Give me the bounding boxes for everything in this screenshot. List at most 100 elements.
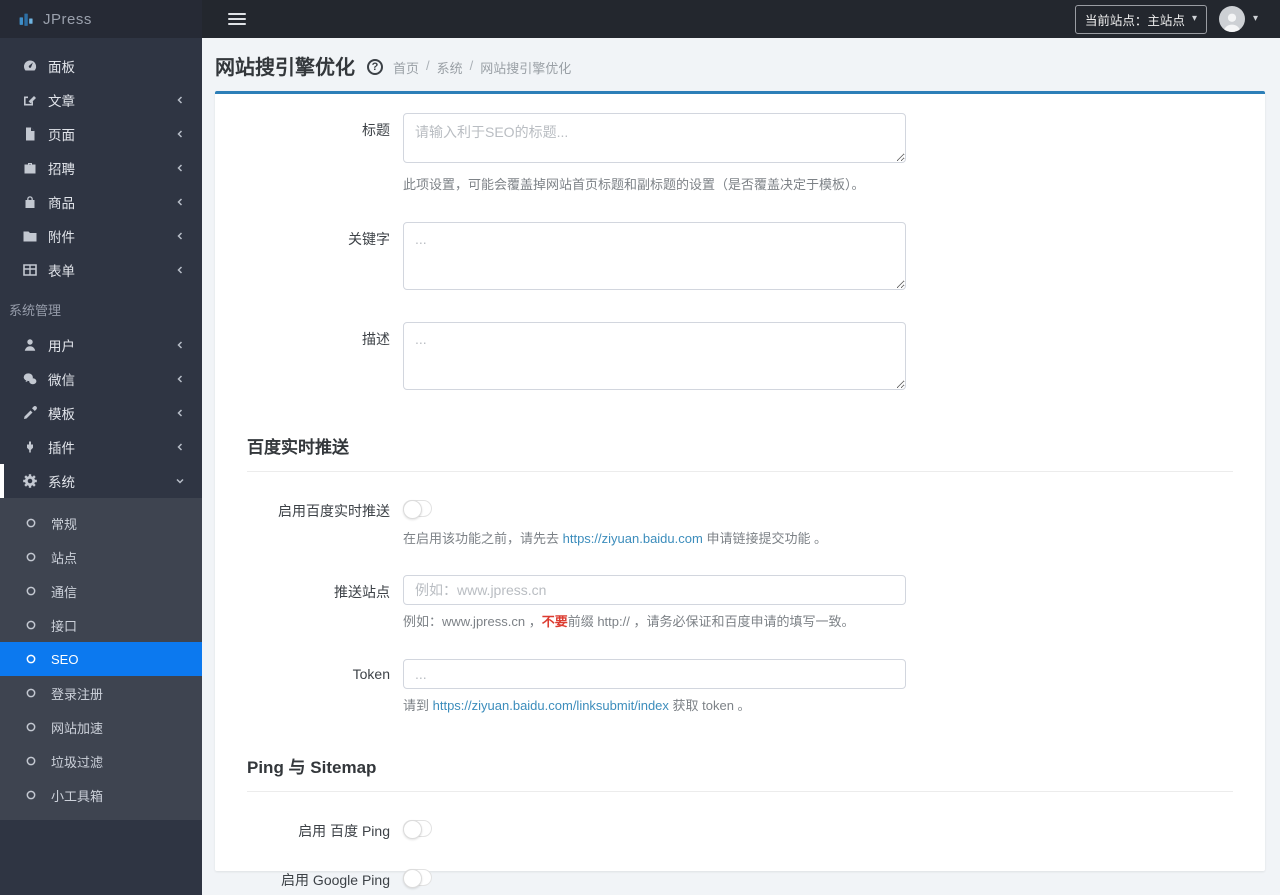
token-input[interactable] [403,658,906,689]
chevron-left-icon [177,341,183,349]
form-group-push-site: 推送站点 例如：www.jpress.cn ，不要前缀 http:// ，请务必… [215,575,1265,632]
sidebar-item-templates[interactable]: 模板 [0,396,202,430]
system-submenu: 常规 站点 通信 接口 SEO 登录注册 网站加速 垃圾过滤 小工具箱 [0,498,202,820]
submenu-item-label: 垃圾过滤 [51,754,104,770]
baidu-ping-label: 启用 百度 Ping [298,823,390,839]
submenu-item-site-speed[interactable]: 网站加速 [0,710,202,744]
sidebar-toggle-hamburger-icon[interactable] [228,13,246,25]
breadcrumb-system[interactable]: 系统 [437,58,463,77]
circle-icon [26,620,36,630]
circle-icon [26,552,36,562]
site-switcher-dropdown[interactable]: 当前站点：主站点 ▾ [1074,4,1207,34]
circle-icon [26,654,36,664]
jpress-logo-icon [19,13,33,26]
circle-icon [26,722,36,732]
breadcrumb-current: 网站搜引擎优化 [480,60,572,76]
chevron-left-icon [177,443,183,451]
sidebar-item-products[interactable]: 商品 [0,185,202,219]
push-site-help: 例如：www.jpress.cn ，不要前缀 http:// ，请务必保证和百度… [403,612,906,632]
form-group-title: 标题 此项设置，可能会覆盖掉网站首页标题和副标题的设置（是否覆盖决定于模板）。 [215,113,1265,195]
sidebar-item-label: 附件 [48,230,75,245]
shopping-bag-icon [25,196,35,208]
submenu-item-communication[interactable]: 通信 [0,574,202,608]
sidebar-item-dashboard[interactable]: 面板 [0,49,202,83]
sidebar-item-plugins[interactable]: 插件 [0,430,202,464]
submenu-item-label: SEO [51,651,79,667]
circle-icon [26,688,36,698]
sidebar-item-label: 页面 [48,128,75,143]
breadcrumb-home[interactable]: 首页 [393,58,419,77]
circle-icon [26,756,36,766]
submenu-item-label: 接口 [51,618,78,634]
sidebar-item-label: 招聘 [48,162,75,177]
sidebar-item-articles[interactable]: 文章 [0,83,202,117]
baidu-ziyuan-link[interactable]: https://ziyuan.baidu.com [563,531,703,546]
sidebar-item-forms[interactable]: 表单 [0,253,202,287]
sidebar-item-label: 商品 [48,196,75,211]
sidebar-item-users[interactable]: 用户 [0,328,202,362]
seo-keywords-textarea[interactable] [403,221,906,290]
help-text: 前缀 http:// ，请务必保证和百度申请的填写一致。 [567,614,855,629]
brand-name: JPress [43,10,92,28]
help-question-icon[interactable]: ? [367,58,383,75]
submenu-item-label: 通信 [51,584,78,600]
table-icon [23,264,37,276]
sidebar-section-label: 系统管理 [9,303,62,318]
caret-down-icon: ▾ [1252,13,1258,24]
submenu-item-general[interactable]: 常规 [0,506,202,540]
sidebar-item-system[interactable]: 系统 [0,464,202,498]
baidu-ping-toggle[interactable] [403,820,432,839]
warning-text: 不要 [541,614,568,629]
keywords-label: 关键字 [348,230,390,247]
sidebar-item-label: 系统 [48,475,75,490]
brand[interactable]: JPress [0,0,202,38]
sidebar-item-wechat[interactable]: 微信 [0,362,202,396]
sidebar-item-label: 表单 [48,264,75,279]
form-group-token: Token 请到 https://ziyuan.baidu.com/linksu… [215,658,1265,716]
page-title: 网站搜引擎优化 [215,57,355,79]
baidu-push-section-heading: 百度实时推送 [247,433,1233,472]
token-help: 请到 https://ziyuan.baidu.com/linksubmit/i… [403,696,906,716]
chevron-left-icon [177,409,183,417]
user-menu[interactable]: ▾ [1218,6,1258,32]
submenu-item-api[interactable]: 接口 [0,608,202,642]
submenu-item-spam-filter[interactable]: 垃圾过滤 [0,744,202,778]
form-group-google-ping: 启用 Google Ping [215,869,1265,891]
help-text: 申请链接提交功能 。 [702,530,828,546]
chevron-left-icon [177,130,183,138]
enable-baidu-push-toggle[interactable] [403,499,432,519]
enable-baidu-push-help: 在启用该功能之前，请先去 https://ziyuan.baidu.com 申请… [403,529,906,549]
submenu-item-label: 网站加速 [51,720,104,736]
submenu-item-sites[interactable]: 站点 [0,540,202,574]
title-label: 标题 [362,122,390,138]
file-icon [26,127,35,141]
seo-description-textarea[interactable] [403,321,906,390]
circle-icon [26,790,36,800]
user-icon [24,339,36,351]
sidebar-item-attachments[interactable]: 附件 [0,219,202,253]
help-text: 在启用该功能之前，请先去 [403,530,563,546]
form-group-baidu-ping: 启用 百度 Ping [215,820,1265,842]
google-ping-label: 启用 Google Ping [281,872,390,888]
title-help-text: 此项设置，可能会覆盖掉网站首页标题和副标题的设置（是否覆盖决定于模板）。 [403,177,865,192]
sidebar-item-pages[interactable]: 页面 [0,117,202,151]
seo-title-textarea[interactable] [403,113,906,163]
submenu-item-toolbox[interactable]: 小工具箱 [0,778,202,812]
google-ping-toggle[interactable] [403,869,432,888]
gear-icon [23,474,37,488]
push-site-label: 推送站点 [334,584,390,600]
submenu-item-seo[interactable]: SEO [0,642,202,676]
wechat-icon [23,373,37,385]
breadcrumb: 首页 / 系统 / 网站搜引擎优化 [393,58,571,77]
linksubmit-link[interactable]: https://ziyuan.baidu.com/linksubmit/inde… [433,698,669,713]
help-text: 请到 [403,697,433,713]
submenu-item-label: 常规 [51,516,78,532]
user-silhouette-icon [1223,13,1241,32]
sidebar-item-recruit[interactable]: 招聘 [0,151,202,185]
push-site-input[interactable] [403,575,906,605]
breadcrumb-separator: / [426,57,430,73]
enable-baidu-push-label: 启用百度实时推送 [278,502,390,519]
sidebar-item-label: 文章 [48,94,75,109]
form-group-enable-baidu-push: 启用百度实时推送 在启用该功能之前，请先去 https://ziyuan.bai… [215,499,1265,549]
submenu-item-login-register[interactable]: 登录注册 [0,676,202,710]
